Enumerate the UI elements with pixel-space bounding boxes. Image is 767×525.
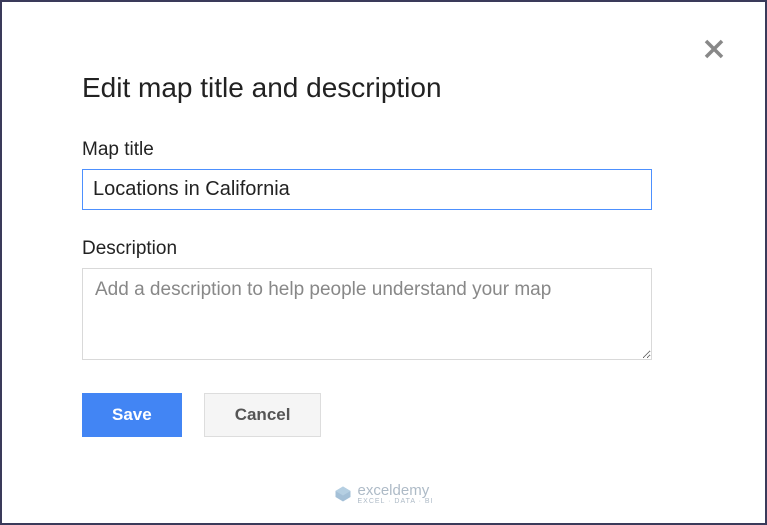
description-textarea[interactable] — [82, 268, 652, 360]
description-label: Description — [82, 238, 685, 260]
watermark-icon — [334, 485, 352, 503]
watermark-brand: exceldemy — [358, 483, 434, 498]
save-button[interactable]: Save — [82, 393, 182, 437]
map-title-input[interactable] — [82, 169, 652, 210]
edit-map-dialog: Edit map title and description Map title… — [2, 2, 765, 467]
close-icon[interactable] — [703, 37, 725, 65]
watermark-sub: EXCEL · DATA · BI — [358, 498, 434, 505]
map-title-label: Map title — [82, 139, 685, 161]
watermark: exceldemy EXCEL · DATA · BI — [334, 483, 434, 505]
button-row: Save Cancel — [82, 393, 685, 437]
dialog-title: Edit map title and description — [82, 72, 685, 104]
cancel-button[interactable]: Cancel — [204, 393, 322, 437]
